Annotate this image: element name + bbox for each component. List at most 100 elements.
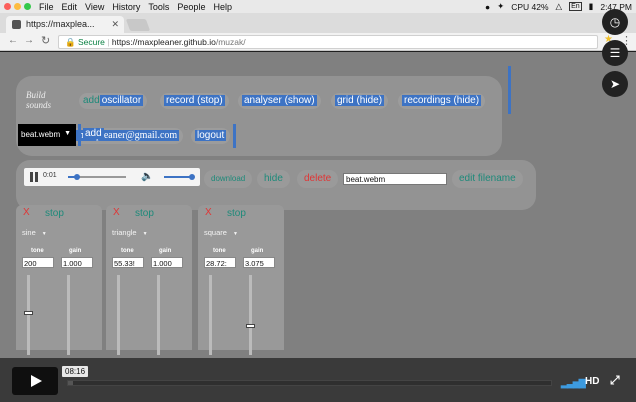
lock-icon: 🔒: [65, 37, 76, 47]
volume-knob[interactable]: [189, 174, 195, 180]
waveform-select[interactable]: square ▼: [204, 228, 238, 237]
layers-icon[interactable]: ☰: [602, 40, 628, 66]
tab-title: https://maxplea...: [26, 19, 95, 29]
add-recording-button[interactable]: add: [83, 128, 104, 139]
tone-slider[interactable]: [209, 275, 212, 355]
gain-label: gain: [69, 248, 82, 254]
wifi-icon[interactable]: △: [556, 1, 563, 12]
bluetooth-icon[interactable]: ✦: [497, 1, 504, 12]
build-label-line1: Build: [26, 90, 46, 100]
gain-slider[interactable]: [67, 275, 70, 355]
waveform-value: sine: [22, 228, 36, 237]
battery-icon[interactable]: ▮: [589, 1, 594, 12]
pause-icon[interactable]: [30, 172, 38, 182]
reload-icon[interactable]: ↻: [41, 34, 50, 47]
tone-input[interactable]: 28.72:: [204, 257, 236, 268]
build-sounds-label: Build sounds: [26, 90, 51, 110]
menu-view[interactable]: View: [85, 2, 104, 12]
audio-seek-knob[interactable]: [73, 174, 80, 180]
share-icon[interactable]: ➤: [602, 71, 628, 97]
menu-edit[interactable]: Edit: [62, 2, 78, 12]
audio-player[interactable]: 0:01 🔈: [24, 168, 200, 186]
url-path: /muzak/: [215, 37, 246, 47]
record-label: record (stop): [164, 95, 225, 106]
record-button[interactable]: record (stop): [160, 93, 229, 109]
stop-oscillator-button[interactable]: stop: [135, 208, 154, 219]
build-label-line2: sounds: [26, 100, 52, 110]
tone-input[interactable]: 200: [22, 257, 54, 268]
play-icon: [31, 375, 42, 387]
clock-icon[interactable]: ◷: [602, 9, 628, 35]
fullscreen-icon[interactable]: ⤢: [610, 373, 620, 388]
url-host: https://maxpleaner.github.io: [111, 37, 216, 47]
menu-history[interactable]: History: [112, 2, 140, 12]
tone-label: tone: [213, 248, 226, 254]
gain-slider-thumb[interactable]: [246, 324, 255, 328]
volume-bars-icon[interactable]: ▂▃▅▇: [561, 378, 586, 389]
gain-slider[interactable]: [157, 275, 160, 355]
waveform-select[interactable]: sine ▼: [22, 228, 47, 237]
mac-menubar: File Edit View History Tools People Help…: [0, 0, 636, 13]
gain-input[interactable]: 3.075: [243, 257, 275, 268]
remove-oscillator-button[interactable]: X: [205, 207, 212, 218]
logout-button[interactable]: logout: [191, 128, 231, 144]
close-tab-icon[interactable]: ✕: [111, 19, 119, 30]
close-window-icon[interactable]: [4, 3, 11, 10]
tab-strip: https://maxplea... ✕: [0, 13, 636, 33]
browser-toolbar: ← → ↻ 🔒 Secure | https://maxpleaner.gith…: [0, 33, 636, 51]
gain-label: gain: [251, 248, 264, 254]
audio-current-time: 0:01: [43, 172, 57, 179]
new-tab-button[interactable]: [125, 19, 151, 31]
add-oscillator-button[interactable]: add oscillator: [79, 93, 148, 109]
remove-oscillator-button[interactable]: X: [113, 207, 120, 218]
stop-oscillator-button[interactable]: stop: [45, 208, 64, 219]
tone-slider-thumb[interactable]: [24, 311, 33, 315]
zoom-window-icon[interactable]: [24, 3, 31, 10]
waveform-select[interactable]: triangle ▼: [112, 228, 148, 237]
back-icon[interactable]: ←: [8, 35, 18, 46]
edit-filename-button[interactable]: edit filename: [452, 170, 523, 188]
minimize-window-icon[interactable]: [14, 3, 21, 10]
remove-oscillator-button[interactable]: X: [23, 207, 30, 218]
input-language[interactable]: En: [569, 2, 582, 11]
menu-people[interactable]: People: [177, 2, 205, 12]
recordings-toggle-button[interactable]: recordings (hide): [398, 93, 486, 109]
menu-tools[interactable]: Tools: [148, 2, 169, 12]
gain-input[interactable]: 1.000: [151, 257, 183, 268]
menu-file[interactable]: File: [39, 2, 54, 12]
tone-input[interactable]: 55.33!: [112, 257, 144, 268]
add-prefix: add: [83, 95, 100, 106]
audio-seek-bar[interactable]: [68, 174, 126, 180]
gain-slider[interactable]: [246, 275, 255, 355]
window-controls: [4, 3, 31, 10]
seek-time-tooltip: 08:16: [62, 366, 89, 377]
play-button[interactable]: [12, 367, 58, 395]
volume-icon[interactable]: 🔈: [141, 171, 153, 182]
hd-toggle[interactable]: HD: [585, 376, 599, 387]
microphone-icon[interactable]: ●: [485, 2, 490, 12]
menu-help[interactable]: Help: [213, 2, 232, 12]
forward-icon[interactable]: →: [24, 35, 34, 46]
stop-oscillator-button[interactable]: stop: [227, 208, 246, 219]
browser-tab[interactable]: https://maxplea... ✕: [6, 16, 124, 33]
analyser-toggle-button[interactable]: analyser (show): [238, 93, 321, 109]
video-progress-bar[interactable]: [67, 380, 552, 386]
recording-select[interactable]: beat.webm ▼: [18, 124, 76, 146]
filename-input[interactable]: beat.webm: [343, 173, 447, 185]
cpu-meter[interactable]: CPU 42%: [511, 2, 548, 12]
logout-label: logout: [195, 130, 227, 141]
grid-toggle-button[interactable]: grid (hide): [331, 93, 389, 109]
oscillator-card: X stop square ▼ tone gain 28.72: 3.075: [198, 205, 284, 355]
download-button[interactable]: download: [204, 170, 253, 188]
hide-recording-button[interactable]: hide: [257, 170, 290, 188]
tone-slider[interactable]: [117, 275, 120, 355]
address-bar[interactable]: 🔒 Secure | https://maxpleaner.github.io/…: [58, 35, 598, 49]
oscillator-card: X stop sine ▼ tone gain 200 1.000: [16, 205, 102, 355]
chevron-down-icon: ▼: [232, 231, 238, 237]
gain-input[interactable]: 1.000: [61, 257, 93, 268]
tone-slider[interactable]: [24, 275, 33, 355]
volume-slider[interactable]: [164, 174, 195, 180]
chevron-down-icon: ▼: [41, 231, 47, 237]
screen: File Edit View History Tools People Help…: [0, 0, 636, 402]
delete-recording-button[interactable]: delete: [297, 170, 339, 188]
